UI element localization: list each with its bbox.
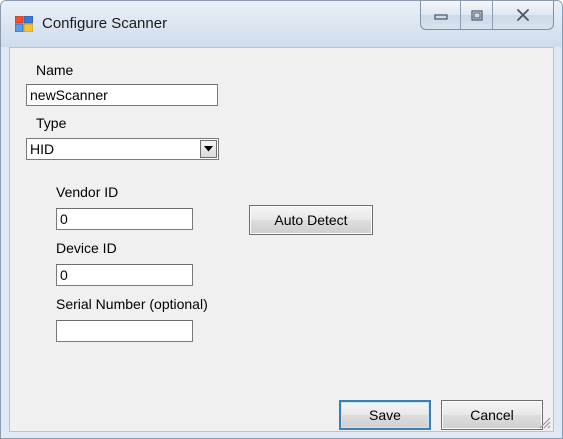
vendor-id-field[interactable] [56,208,193,230]
type-select[interactable]: HID [26,138,219,160]
configure-scanner-window: Configure Scanner Name Type [0,0,563,439]
configure-app-icon [15,16,33,32]
form-area: Name Type HID Vendor ID Auto Detect Devi… [9,47,554,432]
type-label: Type [36,115,67,131]
title-bar[interactable]: Configure Scanner [1,1,562,47]
close-button[interactable] [493,1,553,29]
caption-buttons [420,1,554,30]
minimize-button[interactable] [421,1,461,29]
maximize-icon [470,9,483,21]
device-id-label: Device ID [56,240,117,256]
resize-grip-icon[interactable] [537,415,551,429]
close-icon [517,9,529,21]
maximize-button[interactable] [461,1,493,29]
chevron-down-icon [204,146,213,152]
serial-number-field[interactable] [56,320,193,342]
minimize-icon [433,14,448,20]
auto-detect-button[interactable]: Auto Detect [249,205,373,235]
type-select-value: HID [30,141,55,157]
vendor-id-label: Vendor ID [56,184,119,200]
name-field[interactable] [26,84,218,106]
name-label: Name [36,62,74,78]
window-title: Configure Scanner [42,15,168,32]
cancel-button[interactable]: Cancel [441,400,543,430]
device-id-field[interactable] [56,264,193,286]
save-button[interactable]: Save [339,400,431,430]
serial-number-label: Serial Number (optional) [56,296,208,312]
type-dropdown-button[interactable] [200,140,217,158]
